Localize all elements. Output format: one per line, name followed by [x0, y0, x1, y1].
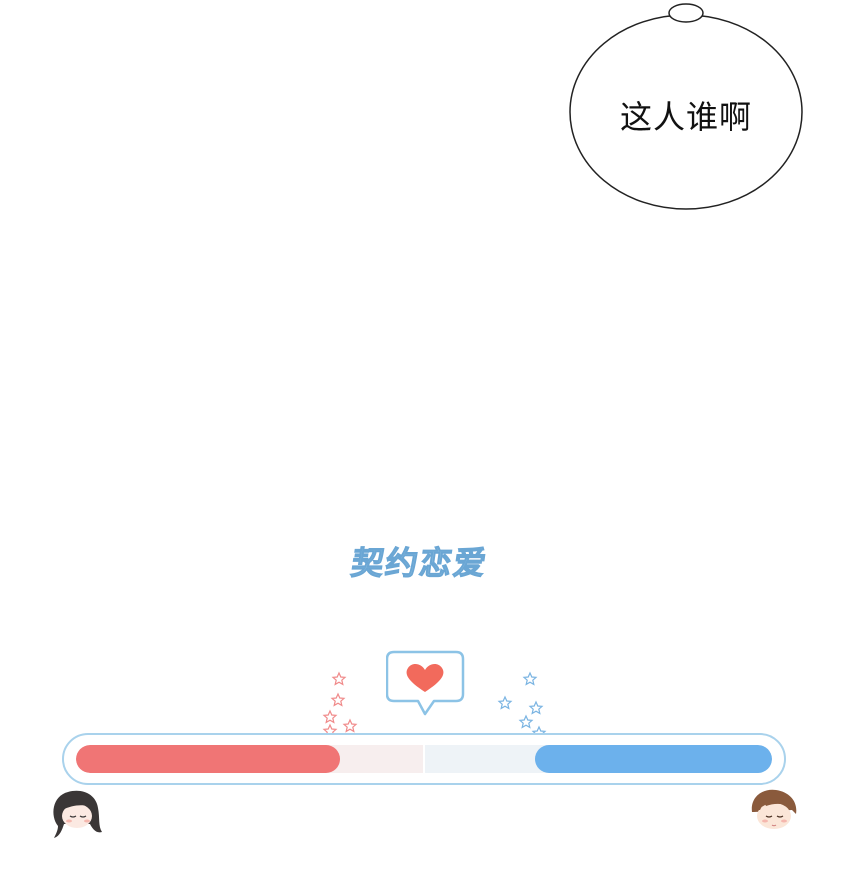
blue-stars-icon: [497, 671, 547, 740]
meter-midline: [423, 745, 425, 773]
left-affection-fill: [76, 745, 341, 773]
boy-avatar-icon: [751, 789, 797, 829]
girl-avatar-icon: [53, 790, 102, 838]
red-stars-icon: [322, 671, 358, 738]
affection-meter: [62, 733, 786, 785]
affection-meter-track: [76, 745, 772, 773]
right-affection-fill: [535, 745, 772, 773]
